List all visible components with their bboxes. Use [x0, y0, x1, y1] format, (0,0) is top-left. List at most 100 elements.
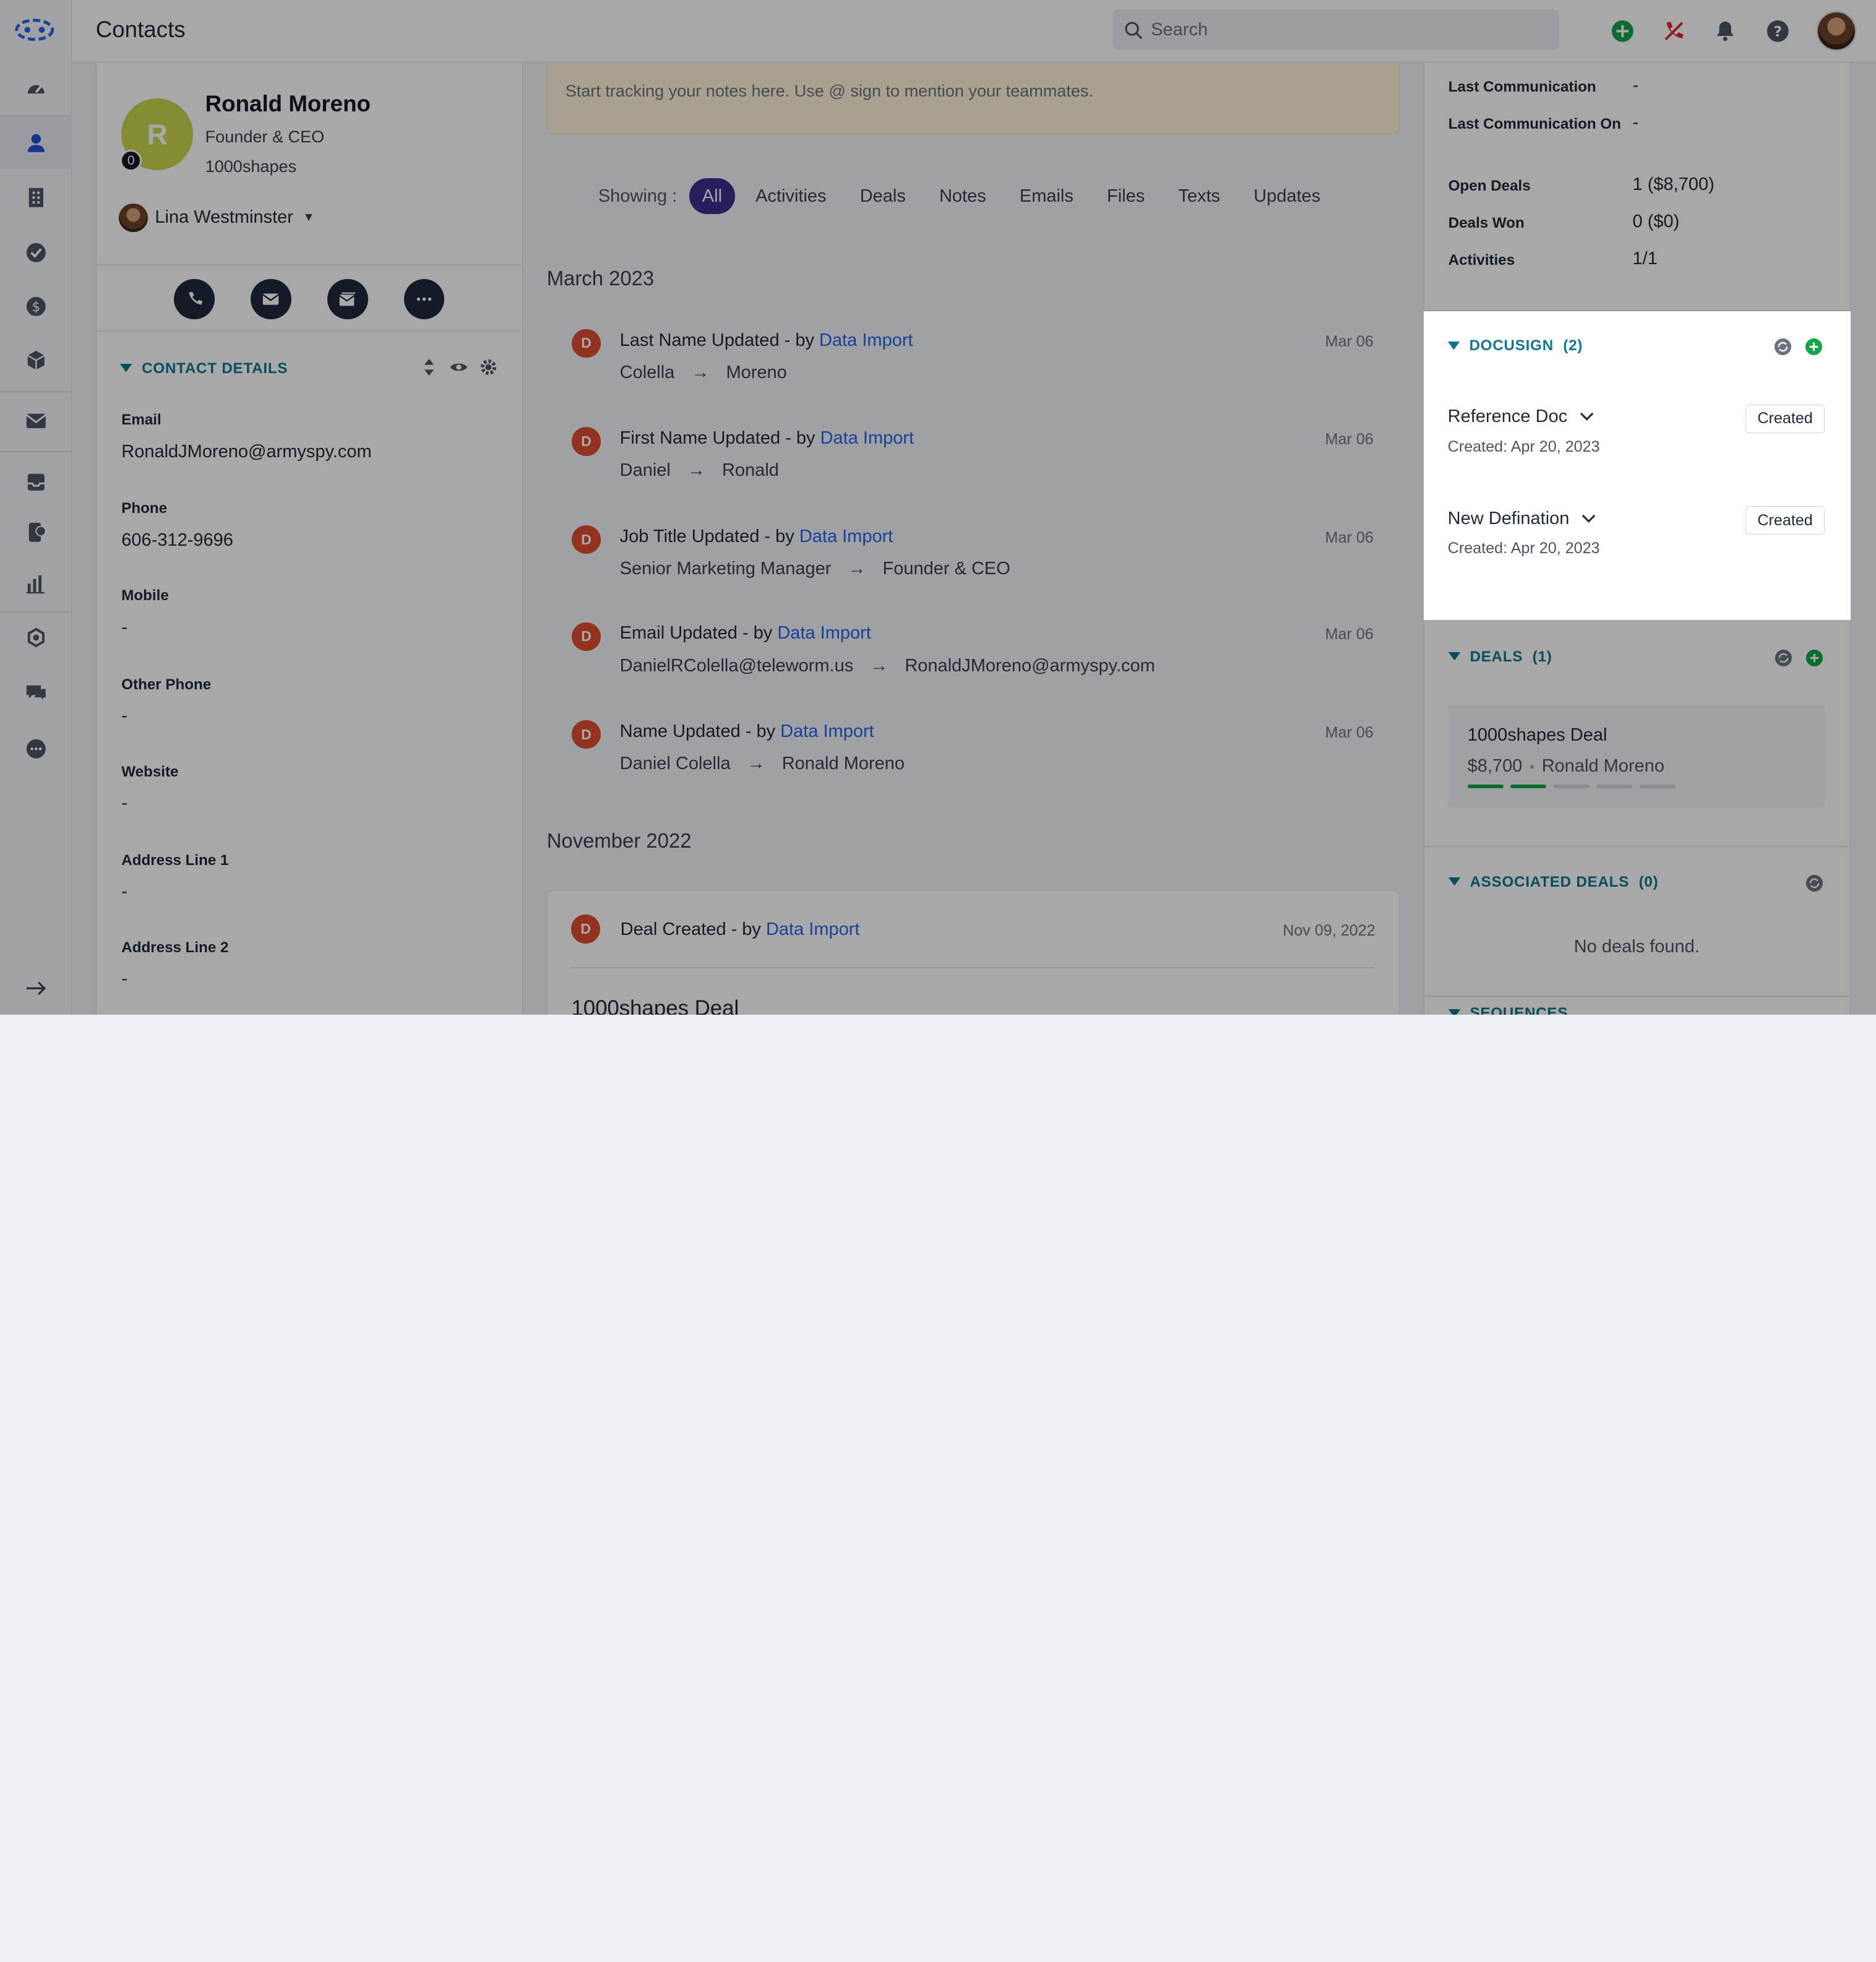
svg-text:$: $	[32, 299, 40, 315]
docusign-item-new-defination[interactable]: New Defination	[1448, 509, 1596, 529]
field-label-address-2: Address Line 2	[121, 939, 229, 956]
deal-card-name: 1000shapes Deal	[1467, 725, 1607, 745]
deal-created-card[interactable]: D Deal Created - by Data Import Nov 09, …	[546, 890, 1400, 1015]
refresh-icon[interactable]	[1774, 648, 1793, 668]
phone-disabled-icon[interactable]	[1662, 19, 1686, 43]
summary-value: 1 ($8,700)	[1632, 174, 1715, 195]
author-link[interactable]: Data Import	[766, 919, 860, 939]
nav-contacts-icon[interactable]	[0, 116, 72, 169]
filter-texts[interactable]: Texts	[1165, 178, 1233, 214]
contact-details-toggle[interactable]: CONTACT DETAILS	[120, 360, 288, 377]
add-deal-plus-icon[interactable]	[1805, 648, 1824, 668]
summary-value: 1/1	[1632, 249, 1658, 269]
filter-deals[interactable]: Deals	[846, 178, 919, 214]
gear-icon[interactable]	[479, 358, 498, 377]
nav-chat-icon[interactable]	[0, 666, 72, 719]
author-link[interactable]: Data Import	[780, 721, 874, 741]
field-value-website[interactable]: -	[121, 793, 127, 814]
sequences-toggle[interactable]: SEQUENCES	[1448, 1005, 1568, 1015]
notes-input[interactable]: Start tracking your notes here. Use @ si…	[546, 62, 1400, 134]
nav-accounts-icon[interactable]	[0, 171, 72, 224]
app-logo-icon[interactable]	[14, 15, 55, 44]
filter-notes[interactable]: Notes	[926, 178, 999, 214]
email-button[interactable]	[251, 278, 291, 320]
nav-phone-icon[interactable]	[0, 506, 72, 559]
timeline-title: Email Updated - by Data Import	[619, 623, 871, 643]
timeline-title: Name Updated - by Data Import	[619, 721, 874, 741]
campaign-email-button[interactable]	[327, 278, 368, 320]
timeline-item: D Email Updated - by Data Import Mar 06 …	[572, 622, 1374, 694]
expand-sidebar-arrow-icon[interactable]	[0, 962, 72, 1015]
deal-amount: $8,700	[1467, 756, 1523, 777]
nav-dashboard-icon[interactable]	[0, 62, 72, 115]
filter-all[interactable]: All	[689, 178, 736, 215]
nav-more-icon[interactable]	[0, 723, 72, 775]
sort-icon[interactable]	[420, 358, 439, 377]
nav-products-icon[interactable]	[0, 334, 72, 387]
timeline-item: D Last Name Updated - by Data Import Mar…	[572, 329, 1374, 401]
author-link[interactable]: Data Import	[820, 428, 914, 448]
timeline-title: Job Title Updated - by Data Import	[619, 526, 893, 546]
more-actions-button[interactable]	[403, 278, 445, 320]
nav-automation-icon[interactable]	[0, 613, 72, 665]
docusign-item-reference-doc[interactable]: Reference Doc	[1448, 407, 1594, 427]
deal-card[interactable]: 1000shapes Deal $8,700 • Ronald Moreno	[1448, 704, 1825, 808]
author-link[interactable]: Data Import	[799, 527, 893, 546]
deal-name[interactable]: 1000shapes Deal	[571, 996, 739, 1015]
status-badge: Created	[1745, 506, 1825, 535]
add-new-plus-icon[interactable]	[1611, 19, 1635, 43]
docusign-item-date: Created: Apr 20, 2023	[1447, 540, 1600, 557]
filter-activities[interactable]: Activities	[742, 178, 840, 214]
timeline-change: Senior Marketing Manager → Founder & CEO	[619, 559, 1010, 579]
timeline-item: D Name Updated - by Data Import Mar 06 D…	[572, 720, 1374, 792]
summary-label: Last Communication On	[1448, 115, 1621, 132]
timeline-date: Nov 09, 2022	[1283, 921, 1375, 939]
add-document-plus-icon[interactable]	[1804, 337, 1823, 356]
docusign-item-date: Created: Apr 20, 2023	[1447, 437, 1600, 455]
timeline-change: Daniel → Ronald	[619, 460, 779, 481]
docusign-section-toggle[interactable]: DOCUSIGN (2)	[1447, 337, 1583, 355]
field-label-address-1: Address Line 1	[121, 851, 229, 869]
help-icon[interactable]: ?	[1766, 19, 1790, 43]
filter-files[interactable]: Files	[1094, 178, 1158, 214]
svg-text:?: ?	[1774, 24, 1782, 40]
nav-deals-icon[interactable]: $	[0, 280, 72, 332]
filter-updates[interactable]: Updates	[1241, 178, 1334, 214]
refresh-icon[interactable]	[1805, 874, 1824, 893]
field-value-phone[interactable]: 606-312-9696	[121, 530, 233, 551]
filters-label: Showing :	[598, 186, 678, 206]
contact-profile-panel: R 0 Ronald Moreno Founder & CEO 1000shap…	[95, 62, 523, 1015]
field-value-other-phone[interactable]: -	[121, 706, 127, 726]
associated-deals-toggle[interactable]: ASSOCIATED DEALS (0)	[1448, 874, 1659, 891]
deals-section-toggle[interactable]: DEALS (1)	[1448, 648, 1552, 666]
call-button[interactable]	[174, 278, 215, 320]
field-value-email[interactable]: RonaldJMoreno@armyspy.com	[121, 442, 371, 462]
timeline-title: Last Name Updated - by Data Import	[619, 330, 913, 350]
contact-company: 1000shapes	[205, 157, 297, 176]
caret-down-icon	[1447, 341, 1460, 350]
search-input[interactable]	[1151, 9, 1546, 51]
summary-label: Activities	[1448, 252, 1515, 269]
nav-email-icon[interactable]	[0, 395, 72, 447]
summary-label: Last Communication	[1448, 78, 1596, 95]
owner-selector[interactable]: Lina Westminster ▼	[119, 203, 315, 233]
eye-icon[interactable]	[449, 358, 468, 377]
refresh-icon[interactable]	[1773, 337, 1792, 356]
field-value-mobile[interactable]: -	[121, 617, 127, 638]
filter-emails[interactable]: Emails	[1007, 178, 1087, 214]
user-avatar[interactable]	[1816, 11, 1857, 52]
timeline-date: Mar 06	[1325, 528, 1374, 546]
docusign-count: (2)	[1563, 337, 1583, 355]
field-label-website: Website	[121, 763, 179, 780]
nav-tasks-icon[interactable]	[0, 226, 72, 278]
notifications-bell-icon[interactable]	[1713, 19, 1737, 43]
arrow-right-icon: →	[848, 559, 866, 579]
author-link[interactable]: Data Import	[777, 623, 871, 643]
nav-inbox-icon[interactable]	[0, 456, 72, 509]
field-value-address-1[interactable]: -	[121, 882, 127, 902]
deal-owner: Ronald Moreno	[1541, 756, 1665, 777]
author-link[interactable]: Data Import	[819, 330, 913, 350]
nav-reports-icon[interactable]	[0, 557, 72, 610]
field-value-address-2[interactable]: -	[121, 969, 127, 989]
global-search[interactable]	[1112, 9, 1559, 51]
